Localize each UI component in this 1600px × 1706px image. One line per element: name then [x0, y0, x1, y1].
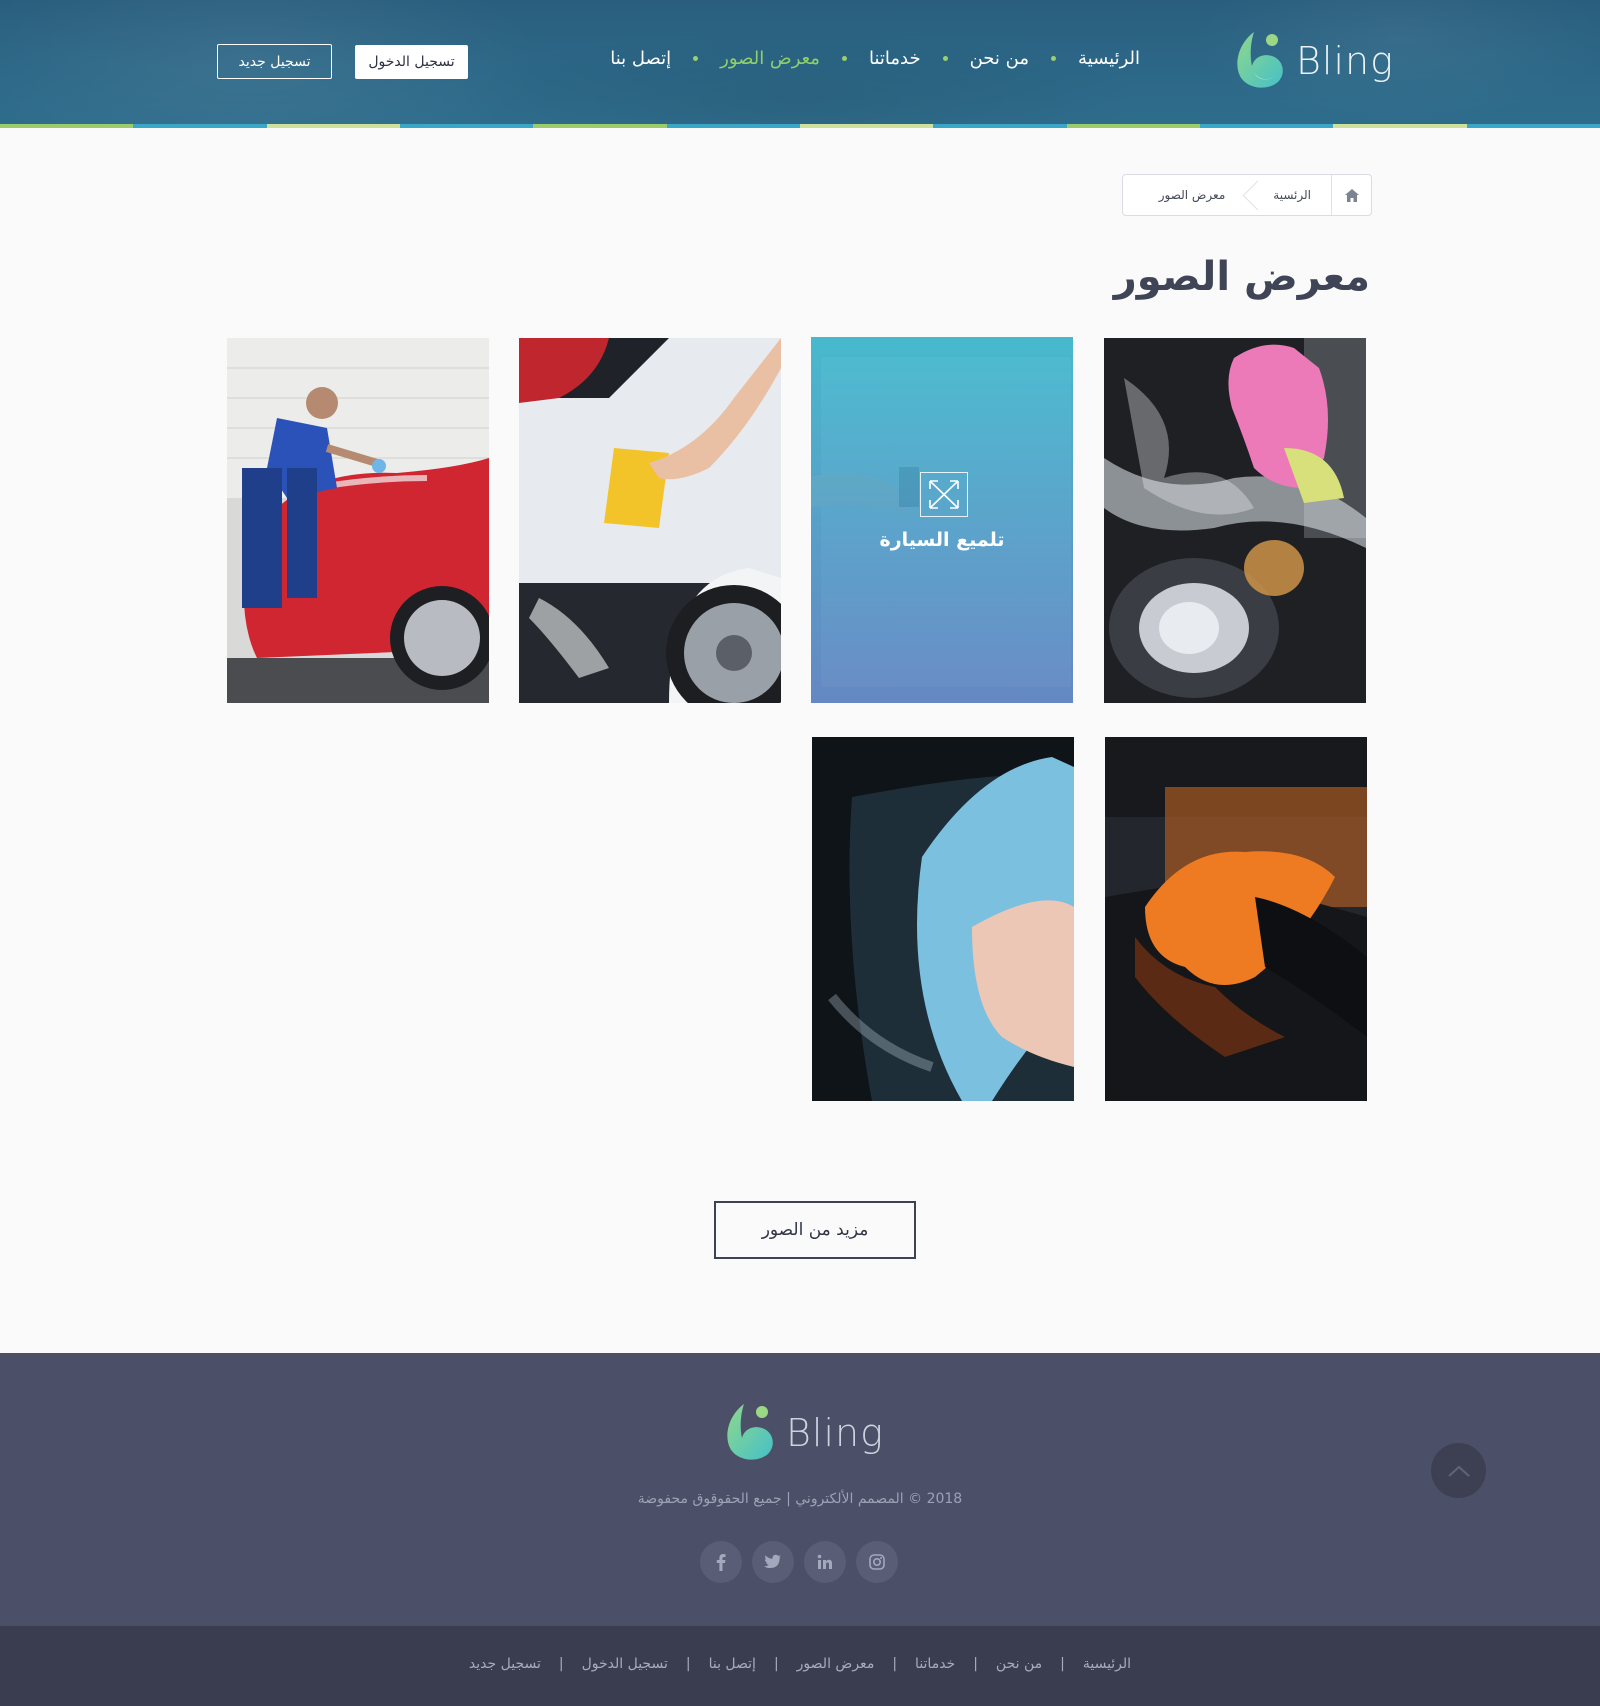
footer-link-separator: | — [685, 1656, 691, 1672]
footer-link-services[interactable]: خدماتنا — [915, 1656, 955, 1672]
footer-link-separator: | — [558, 1656, 564, 1672]
more-images-button[interactable]: مزيد من الصور — [714, 1201, 916, 1259]
copyright-text: 2018 © المصمم الألكتروني | جميع الحقوقوق… — [637, 1491, 963, 1507]
nav-item-home[interactable]: الرئيسية — [1078, 48, 1140, 69]
linkedin-icon[interactable] — [804, 1541, 846, 1583]
logo-text: Bling — [1296, 39, 1394, 83]
main-nav: الرئيسية من نحن خدماتنا معرض الصور إتصل … — [610, 48, 1140, 69]
hover-overlay — [811, 337, 1073, 703]
footer-link-separator: | — [892, 1656, 898, 1672]
gallery-image-car-wash[interactable] — [227, 338, 489, 703]
footer-link-contact[interactable]: إتصل بنا — [709, 1656, 756, 1672]
breadcrumb-item-current: معرض الصور — [1158, 188, 1226, 202]
facebook-icon[interactable] — [700, 1541, 742, 1583]
nav-item-gallery[interactable]: معرض الصور — [720, 48, 820, 69]
twitter-icon[interactable] — [752, 1541, 794, 1583]
footer-link-separator: | — [773, 1656, 779, 1672]
nav-item-about[interactable]: من نحن — [970, 48, 1029, 69]
gallery-image-mirror-cloth[interactable] — [812, 737, 1074, 1101]
logo-drop-icon — [727, 1404, 773, 1460]
page-title: معرض الصور — [1113, 254, 1370, 300]
breadcrumb-home[interactable] — [1331, 175, 1371, 215]
site-logo[interactable]: Bling — [1232, 28, 1394, 94]
gallery-image-headlight[interactable] — [1104, 338, 1366, 703]
back-to-top-button[interactable] — [1431, 1443, 1486, 1498]
photo-orange-cloth — [1105, 737, 1367, 1101]
logo-drop-icon — [1237, 32, 1283, 88]
instagram-icon[interactable] — [856, 1541, 898, 1583]
footer-link-gallery[interactable]: معرض الصور — [797, 1656, 875, 1672]
footer-link-register[interactable]: تسجيل جديد — [469, 1656, 541, 1672]
home-icon — [1344, 188, 1359, 202]
footer-nav: الرئيسية | من نحن | خدماتنا | معرض الصور… — [0, 1656, 1600, 1672]
photo-man-washing-red-car — [227, 338, 489, 703]
footer-link-separator: | — [1060, 1656, 1065, 1672]
nav-separator-dot — [841, 56, 847, 61]
gallery-image-window-polish[interactable]: تلميع السيارة — [811, 337, 1073, 703]
nav-item-services[interactable]: خدماتنا — [869, 48, 921, 69]
photo-headlight-pink-glove — [1104, 338, 1366, 703]
gallery-image-sponge-wash[interactable] — [519, 338, 781, 703]
expand-icon[interactable] — [920, 472, 968, 517]
breadcrumb: الرئسية معرض الصور — [1122, 174, 1372, 216]
photo-blue-cloth-mirror — [812, 737, 1074, 1101]
footer-logo-text: Bling — [786, 1411, 884, 1455]
footer-link-separator: | — [973, 1656, 978, 1672]
image-caption: تلميع السيارة — [879, 529, 1005, 551]
breadcrumb-item-home[interactable]: الرئسية — [1253, 175, 1331, 215]
nav-item-contact[interactable]: إتصل بنا — [610, 48, 671, 69]
site-footer — [0, 1353, 1600, 1626]
nav-separator-dot — [942, 56, 948, 61]
footer-link-about[interactable]: من نحن — [996, 1656, 1042, 1672]
footer-link-home[interactable]: الرئيسية — [1083, 1656, 1131, 1672]
register-button[interactable]: تسجيل جديد — [217, 44, 332, 79]
nav-separator-dot — [1051, 56, 1056, 61]
footer-logo[interactable]: Bling — [722, 1400, 884, 1466]
chevron-up-icon — [1447, 1465, 1470, 1477]
header-color-stripe — [0, 124, 1600, 128]
nav-separator-dot — [693, 56, 699, 61]
login-button[interactable]: تسجيل الدخول — [355, 45, 468, 79]
photo-white-car-sponge — [519, 338, 781, 703]
gallery-image-orange-cloth[interactable] — [1105, 737, 1367, 1101]
footer-link-login[interactable]: تسجيل الدخول — [582, 1656, 668, 1672]
